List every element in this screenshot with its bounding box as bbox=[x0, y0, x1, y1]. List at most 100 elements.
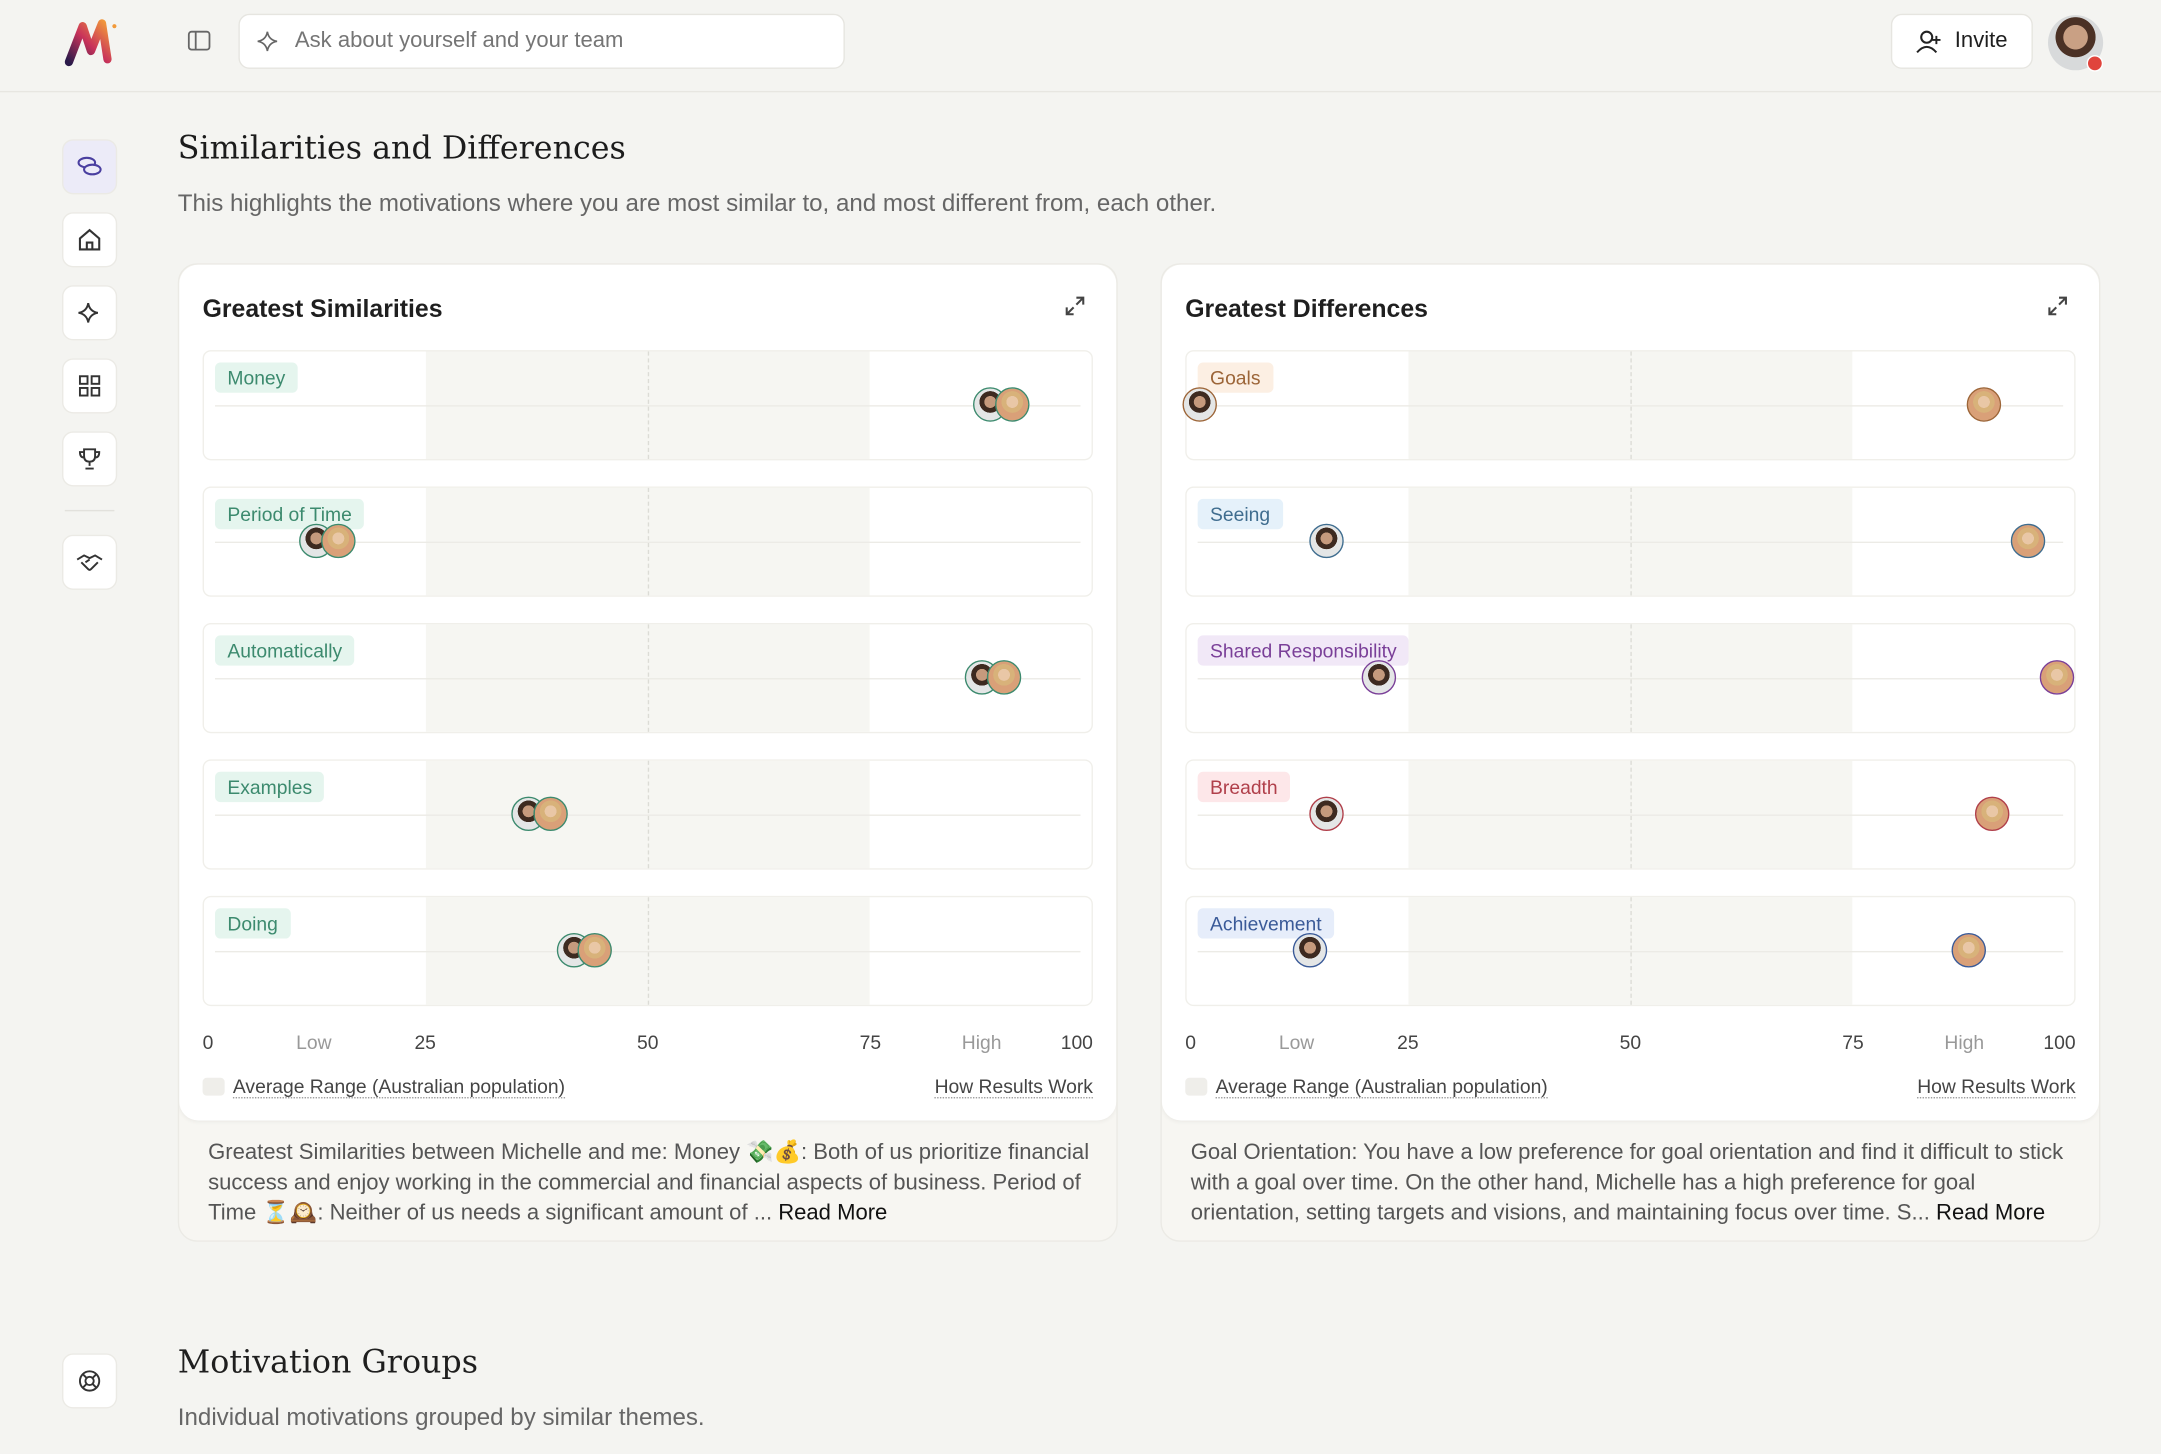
track-line bbox=[1197, 405, 2064, 407]
sidebar-divider bbox=[64, 509, 115, 512]
track-line bbox=[1197, 950, 2064, 953]
axis-tick-label: 75 bbox=[859, 1030, 882, 1053]
sidebar-item-dashboard[interactable] bbox=[62, 358, 118, 414]
axis-tick-label: 50 bbox=[637, 1030, 659, 1053]
avatar-me-marker[interactable] bbox=[1308, 523, 1344, 559]
sparkle-icon bbox=[78, 303, 99, 323]
summary-body: Greatest Similarities between Michelle a… bbox=[208, 1141, 1090, 1226]
read-more-link[interactable]: Read More bbox=[1936, 1202, 2045, 1225]
notification-dot bbox=[2086, 55, 2104, 72]
axis-tick-label: High bbox=[1944, 1030, 1985, 1053]
read-more-link[interactable]: Read More bbox=[778, 1202, 887, 1225]
card-title: Greatest Differences bbox=[1185, 294, 1428, 323]
how-results-work-link[interactable]: How Results Work bbox=[934, 1075, 1093, 1099]
motivation-row: Shared Responsibility bbox=[1185, 622, 2076, 734]
avatar-michelle-marker[interactable] bbox=[2039, 660, 2074, 695]
motivation-tag: Goals bbox=[1197, 362, 1273, 393]
similarities-card: Greatest Similarities Money Period of Ti… bbox=[177, 263, 1118, 1242]
motivation-row: Breadth bbox=[1185, 759, 2076, 870]
axis-tick-label: High bbox=[961, 1030, 1002, 1053]
avatar-michelle-marker[interactable] bbox=[577, 933, 612, 968]
invite-label: Invite bbox=[1954, 28, 2008, 53]
motivation-row: Seeing bbox=[1185, 486, 2076, 597]
legend-label[interactable]: Average Range (Australian population) bbox=[1215, 1075, 1548, 1099]
track-line bbox=[214, 950, 1081, 953]
sidebar-toggle-icon[interactable] bbox=[187, 30, 211, 58]
motivation-row: Money bbox=[202, 350, 1093, 461]
motivation-row: Examples bbox=[202, 759, 1093, 870]
invite-button[interactable]: Invite bbox=[1890, 13, 2033, 69]
home-icon bbox=[78, 228, 101, 251]
track-line bbox=[214, 814, 1081, 816]
grid-icon bbox=[78, 375, 101, 397]
avatar-me-marker[interactable] bbox=[1362, 660, 1397, 695]
avatar-michelle-marker[interactable] bbox=[986, 660, 1022, 695]
motivation-groups-subtitle: Individual motivations grouped by simila… bbox=[177, 1403, 705, 1431]
motivation-row: Doing bbox=[202, 895, 1093, 1007]
avatar-michelle-marker[interactable] bbox=[1951, 933, 1986, 968]
track-line bbox=[1197, 678, 2064, 680]
how-results-work-link[interactable]: How Results Work bbox=[1917, 1075, 2076, 1099]
legend-swatch bbox=[1185, 1077, 1208, 1096]
sidebar-item-ai[interactable] bbox=[62, 285, 118, 341]
motivation-tag: Seeing bbox=[1197, 498, 1283, 530]
axis-tick-label: 0 bbox=[202, 1030, 214, 1053]
section-title: Similarities and Differences bbox=[177, 130, 626, 167]
motivation-row: Achievement bbox=[1185, 895, 2076, 1007]
avatar-me-marker[interactable] bbox=[1308, 796, 1344, 832]
motivation-row: Goals bbox=[1182, 350, 2076, 461]
sidebar-item-similarities[interactable] bbox=[62, 139, 118, 195]
track-line bbox=[214, 678, 1081, 680]
trophy-icon bbox=[78, 448, 101, 470]
avatar-michelle-marker[interactable] bbox=[320, 523, 356, 559]
axis-tick-label: 75 bbox=[1842, 1030, 1864, 1053]
motivation-tag: Doing bbox=[214, 908, 291, 939]
expand-icon[interactable] bbox=[2047, 295, 2069, 324]
axis-tick-label: 25 bbox=[414, 1030, 436, 1053]
legend-label[interactable]: Average Range (Australian population) bbox=[232, 1075, 566, 1099]
sparkle-icon bbox=[257, 31, 278, 52]
expand-icon[interactable] bbox=[1064, 295, 1086, 324]
motivation-tag: Breadth bbox=[1197, 771, 1291, 803]
app-logo[interactable] bbox=[63, 18, 121, 75]
x-axis: 0 Low 25 50 75 High 100 bbox=[203, 1031, 1093, 1059]
differences-card: Greatest Differences Goals Seeing Shared… bbox=[1160, 263, 2101, 1242]
legend-swatch bbox=[202, 1077, 225, 1096]
sidebar-item-home[interactable] bbox=[62, 212, 118, 268]
summary-text: Greatest Similarities between Michelle a… bbox=[208, 1138, 1093, 1229]
avatar-me-marker[interactable] bbox=[1182, 387, 1217, 422]
search-input[interactable] bbox=[292, 27, 822, 56]
handshake-icon bbox=[76, 554, 103, 571]
motivation-row: Automatically bbox=[202, 622, 1093, 734]
sidebar-item-achievements[interactable] bbox=[62, 431, 118, 487]
avatar-michelle-marker[interactable] bbox=[2010, 523, 2046, 559]
coins-icon bbox=[77, 156, 102, 176]
avatar-michelle-marker[interactable] bbox=[995, 387, 1030, 422]
axis-tick-label: 100 bbox=[2043, 1030, 2076, 1053]
legend: Average Range (Australian population) bbox=[202, 1075, 566, 1099]
motivation-groups-title: Motivation Groups bbox=[177, 1345, 478, 1381]
legend: Average Range (Australian population) bbox=[1185, 1075, 1548, 1099]
motivation-tag: Money bbox=[214, 362, 298, 393]
sidebar-item-team[interactable] bbox=[62, 534, 118, 590]
motivation-tag: Examples bbox=[214, 771, 325, 803]
motivation-tag: Automatically bbox=[214, 635, 355, 666]
lifebuoy-icon bbox=[78, 1370, 101, 1392]
avatar-me-marker[interactable] bbox=[1292, 933, 1327, 968]
sidebar-item-help[interactable] bbox=[62, 1353, 118, 1409]
search-bar[interactable] bbox=[238, 13, 845, 69]
card-title: Greatest Similarities bbox=[202, 294, 443, 323]
summary-body: Goal Orientation: You have a low prefere… bbox=[1190, 1141, 2064, 1226]
motivation-row: Period of Time bbox=[202, 486, 1093, 597]
avatar-michelle-marker[interactable] bbox=[1966, 387, 2002, 422]
axis-tick-label: 100 bbox=[1060, 1030, 1093, 1053]
axis-tick-label: 25 bbox=[1397, 1030, 1419, 1053]
avatar-michelle-marker[interactable] bbox=[1975, 796, 2010, 832]
x-axis: 0 Low 25 50 75 High 100 bbox=[1185, 1031, 2075, 1059]
axis-tick-label: 50 bbox=[1619, 1030, 1642, 1053]
axis-tick-label: Low bbox=[296, 1030, 332, 1053]
track-line bbox=[214, 405, 1081, 407]
summary-text: Goal Orientation: You have a low prefere… bbox=[1191, 1138, 2076, 1229]
section-subtitle: This highlights the motivations where yo… bbox=[177, 188, 1217, 217]
add-user-icon bbox=[1916, 30, 1942, 54]
